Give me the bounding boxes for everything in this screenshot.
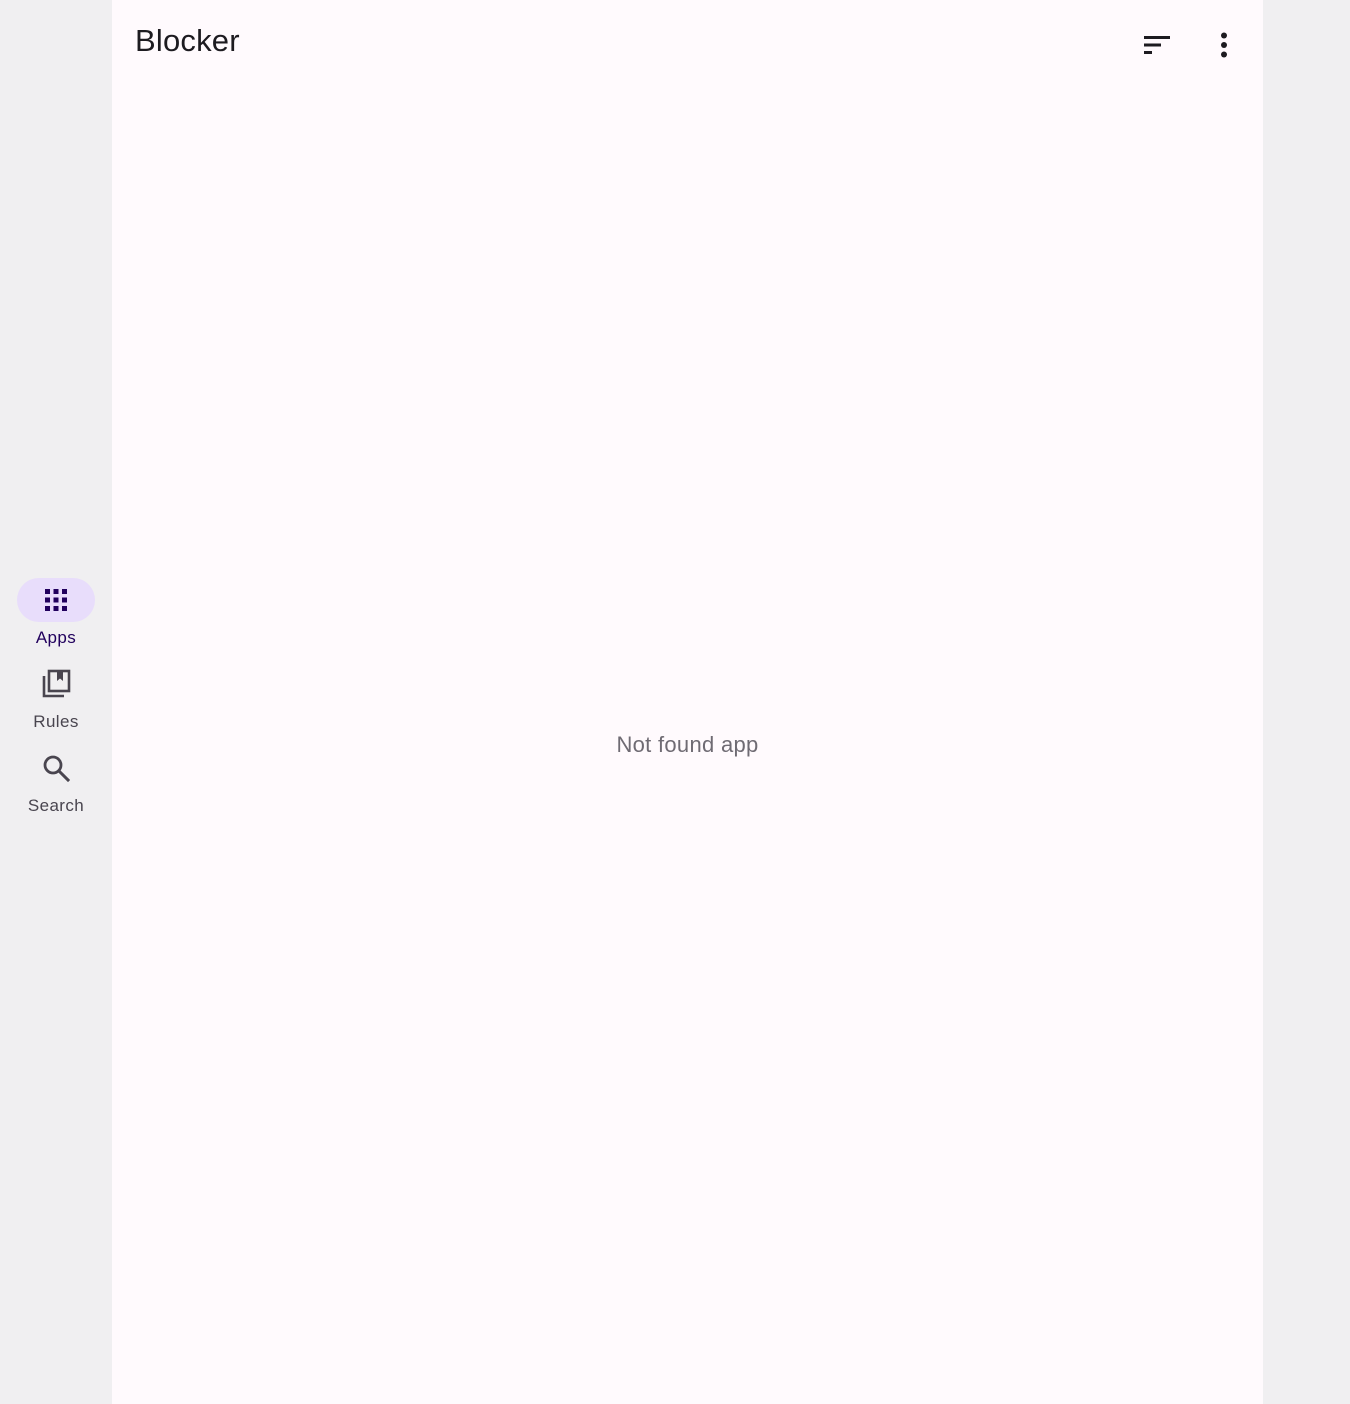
nav-item-rules[interactable]: Rules xyxy=(0,662,112,732)
empty-state-message: Not found app xyxy=(616,732,759,757)
more-vert-icon xyxy=(1221,32,1227,58)
nav-active-indicator xyxy=(17,578,95,622)
more-options-button[interactable] xyxy=(1200,21,1248,69)
sort-button[interactable] xyxy=(1133,21,1181,69)
nav-item-label-search: Search xyxy=(27,796,85,815)
page-title: Blocker xyxy=(135,23,240,58)
rules-library-icon xyxy=(42,669,71,698)
nav-pill xyxy=(17,746,95,790)
nav-item-label-apps: Apps xyxy=(35,628,77,647)
main-content: Blocker Not found app xyxy=(112,0,1263,1404)
nav-item-search[interactable]: Search xyxy=(0,746,112,816)
right-margin xyxy=(1263,0,1350,1404)
sort-icon xyxy=(1144,36,1170,54)
nav-item-apps[interactable]: Apps xyxy=(0,578,112,648)
nav-item-label-rules: Rules xyxy=(33,712,79,731)
navigation-rail: Apps Rules Search xyxy=(0,0,112,1404)
nav-pill xyxy=(17,662,95,706)
apps-grid-icon xyxy=(45,589,67,611)
search-icon xyxy=(43,755,70,782)
